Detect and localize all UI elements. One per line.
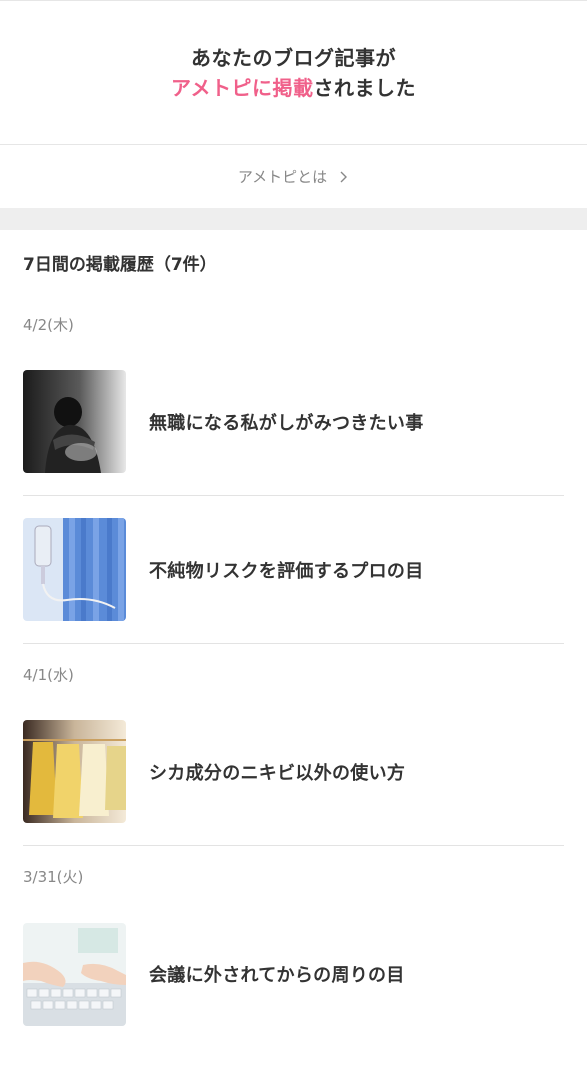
date-label: 4/1(水) (23, 665, 74, 684)
keyboard-typing-image (23, 922, 126, 1026)
article-title: シカ成分のニキビ以外の使い方 (149, 762, 406, 784)
date-label: 4/2(木) (23, 315, 74, 334)
section-divider-band (0, 208, 587, 230)
iv-drip-image (23, 518, 126, 621)
hero-line-1: あなたのブログ記事が (191, 45, 396, 70)
hero-line-2-rest: されました (313, 75, 416, 100)
article-item[interactable]: シカ成分のニキビ以外の使い方 (23, 698, 564, 846)
hero-line-2: アメトピに掲載されました (171, 73, 416, 103)
chevron-right-icon (337, 171, 349, 183)
history-title: 7日間の掲載履歴（7件） (23, 254, 217, 275)
hero-accent-text: アメトピに掲載 (171, 75, 314, 100)
article-title: 会議に外されてからの周りの目 (149, 965, 405, 986)
sad-person-bw-image (23, 370, 126, 473)
article-item[interactable]: 不純物リスクを評価するプロの目 (23, 496, 564, 644)
hero-banner: あなたのブログ記事が アメトピに掲載されました (0, 0, 587, 145)
article-item[interactable]: 会議に外されてからの周りの目 (23, 900, 564, 1048)
article-title: 無職になる私がしがみつきたい事 (149, 412, 424, 434)
about-ametopi-label: アメトピとは (237, 168, 328, 186)
article-item[interactable]: 無職になる私がしがみつきたい事 (23, 348, 564, 496)
article-title: 不純物リスクを評価するプロの目 (149, 560, 424, 582)
clothes-rack-image (23, 720, 126, 823)
about-ametopi-link[interactable]: アメトピとは (0, 145, 587, 208)
date-label: 3/31(火) (23, 867, 84, 886)
